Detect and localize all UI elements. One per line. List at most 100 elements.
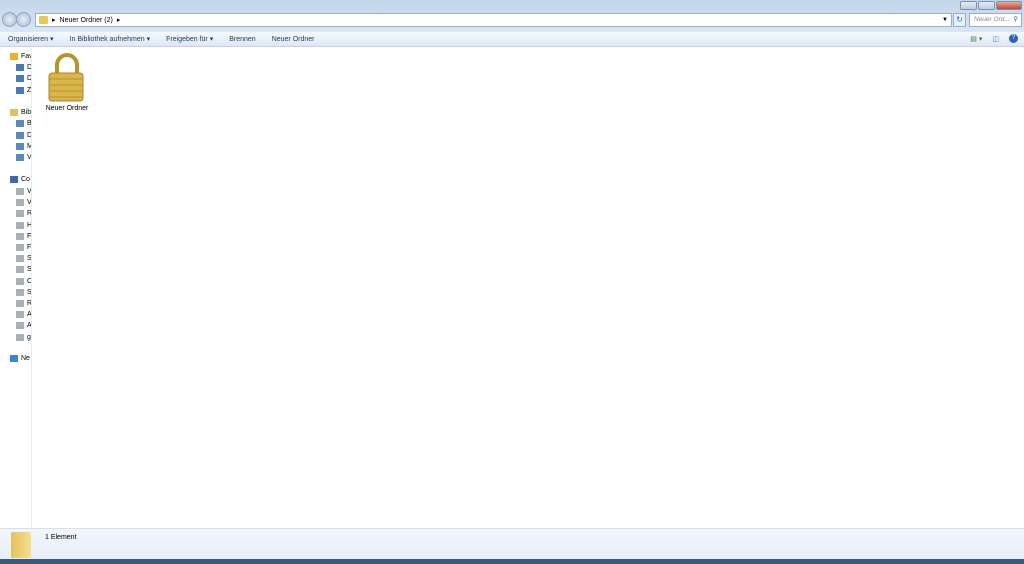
sidebar-item-label: H <box>27 221 32 229</box>
sidebar-item-label: Co <box>21 176 30 183</box>
sidebar-item-label: C <box>27 277 32 285</box>
sidebar-item-label: Fav <box>21 53 32 60</box>
sidebar-item-label: Ne <box>21 355 30 362</box>
folder-icon <box>39 16 48 24</box>
sidebar-drive[interactable]: V <box>16 199 32 207</box>
drive-icon <box>16 199 24 207</box>
add-to-library-button[interactable]: In Bibliothek aufnehmen ▾ <box>62 35 159 43</box>
sidebar-drive[interactable]: g <box>16 333 31 341</box>
folder-icon <box>11 532 31 558</box>
share-with-button[interactable]: Freigeben für ▾ <box>158 35 221 43</box>
item-count: 1 Element <box>45 534 77 541</box>
sidebar-item-label: D <box>27 64 32 71</box>
drive-icon <box>16 277 24 285</box>
search-icon: ⚲ <box>1013 16 1018 23</box>
refresh-button[interactable]: ↻ <box>953 13 966 27</box>
organize-button[interactable]: Organisieren ▾ <box>0 35 62 43</box>
drive-icon <box>16 132 24 139</box>
help-icon[interactable]: ? <box>1009 34 1018 43</box>
sidebar-item-label: R <box>27 300 32 307</box>
sidebar-item[interactable]: Z <box>16 87 31 94</box>
sidebar-drive[interactable]: F <box>16 244 31 251</box>
sidebar-item-label: A <box>27 322 32 330</box>
sidebar-drive[interactable]: S <box>16 255 32 263</box>
drive-icon <box>16 244 24 251</box>
sidebar-drive[interactable]: A <box>16 311 32 319</box>
forward-button[interactable] <box>16 12 31 27</box>
drive-icon <box>16 75 24 82</box>
drive-icon <box>16 221 24 229</box>
section-icon <box>10 355 18 362</box>
sidebar-drive[interactable]: H <box>16 221 32 229</box>
sidebar-item[interactable]: D <box>16 64 32 71</box>
sidebar-item[interactable]: M <box>16 143 31 150</box>
file-list: Neuer Ordner <box>33 48 1024 528</box>
sidebar-item-label: A <box>27 311 32 319</box>
sidebar-favorites[interactable]: Fav <box>10 53 32 60</box>
drive-icon <box>16 64 24 71</box>
drive-icon <box>16 288 24 296</box>
sidebar-item[interactable]: D <box>16 132 31 139</box>
view-options-icon[interactable]: ▤ ▾ <box>970 35 982 43</box>
chevron-right-icon[interactable]: ▸ <box>117 16 121 24</box>
title-bar: ▸ Neuer Ordner (2) ▸ ▼ ↻ Neuer Ord... ⚲ <box>0 0 1024 32</box>
sidebar-item[interactable]: D <box>16 75 32 82</box>
burn-button[interactable]: Brennen <box>221 36 263 43</box>
sidebar-drive[interactable]: S <box>16 266 32 274</box>
drive-icon <box>16 120 24 127</box>
sidebar-drive[interactable]: R <box>16 210 32 218</box>
sidebar-item-label: S <box>27 266 32 274</box>
sidebar-computer[interactable]: Co <box>10 176 30 183</box>
sidebar-item-label: V <box>27 154 32 161</box>
sidebar-item-label: Z <box>27 87 32 94</box>
close-button[interactable] <box>996 1 1022 10</box>
sidebar-drive[interactable]: S <box>16 288 32 296</box>
sidebar-item[interactable]: V <box>16 154 32 161</box>
details-pane: 1 Element <box>0 528 1024 559</box>
command-bar: Organisieren ▾ In Bibliothek aufnehmen ▾… <box>0 32 1024 47</box>
sidebar-drive[interactable]: V <box>16 188 32 195</box>
sidebar-drive[interactable]: F <box>16 232 32 240</box>
sidebar-item-label: V <box>27 199 32 207</box>
drive-icon <box>16 322 24 330</box>
back-button[interactable] <box>2 12 17 27</box>
sidebar-drive[interactable]: A <box>16 322 32 330</box>
sidebar-item[interactable]: B <box>16 120 32 127</box>
drive-icon <box>16 255 24 263</box>
search-placeholder: Neuer Ord... <box>974 16 1010 23</box>
sidebar-drive[interactable]: R <box>16 300 32 307</box>
lock-icon <box>48 53 84 102</box>
drive-icon <box>16 154 24 161</box>
taskbar[interactable] <box>0 559 1024 564</box>
address-bar[interactable]: ▸ Neuer Ordner (2) ▸ ▼ <box>35 13 952 27</box>
sidebar-item-label: M <box>27 143 31 150</box>
drive-icon <box>16 311 24 319</box>
drive-icon <box>16 188 24 195</box>
preview-pane-icon[interactable]: ◫ <box>992 35 999 43</box>
sidebar-item-label: R <box>27 210 32 218</box>
sidebar-network[interactable]: Ne <box>10 355 30 362</box>
search-input[interactable]: Neuer Ord... ⚲ <box>969 13 1022 27</box>
navigation-pane: FavDDZBibBDMVCoVVRHFFSSCSRAAgNe <box>0 48 32 528</box>
file-name: Neuer Ordner <box>45 105 89 112</box>
minimize-button[interactable] <box>960 1 977 10</box>
drive-icon <box>16 266 24 274</box>
section-icon <box>10 176 18 183</box>
sidebar-libraries[interactable]: Bib <box>10 109 31 116</box>
new-folder-button[interactable]: Neuer Ordner <box>264 36 323 43</box>
sidebar-item-label: B <box>27 120 32 127</box>
sidebar-item-label: D <box>27 75 32 82</box>
section-icon <box>10 53 18 60</box>
breadcrumb-item[interactable]: Neuer Ordner (2) <box>60 17 113 24</box>
history-dropdown-icon[interactable]: ▼ <box>942 17 948 23</box>
drive-icon <box>16 333 24 341</box>
drive-icon <box>16 87 24 94</box>
sidebar-item-label: F <box>27 232 32 240</box>
sidebar-item-label: V <box>27 188 32 195</box>
sidebar-item-label: S <box>27 288 32 296</box>
sidebar-drive[interactable]: C <box>16 277 32 285</box>
folder-item[interactable]: Neuer Ordner <box>43 51 91 112</box>
drive-icon <box>16 232 24 240</box>
maximize-button[interactable] <box>978 1 995 10</box>
sidebar-item-label: S <box>27 255 32 263</box>
